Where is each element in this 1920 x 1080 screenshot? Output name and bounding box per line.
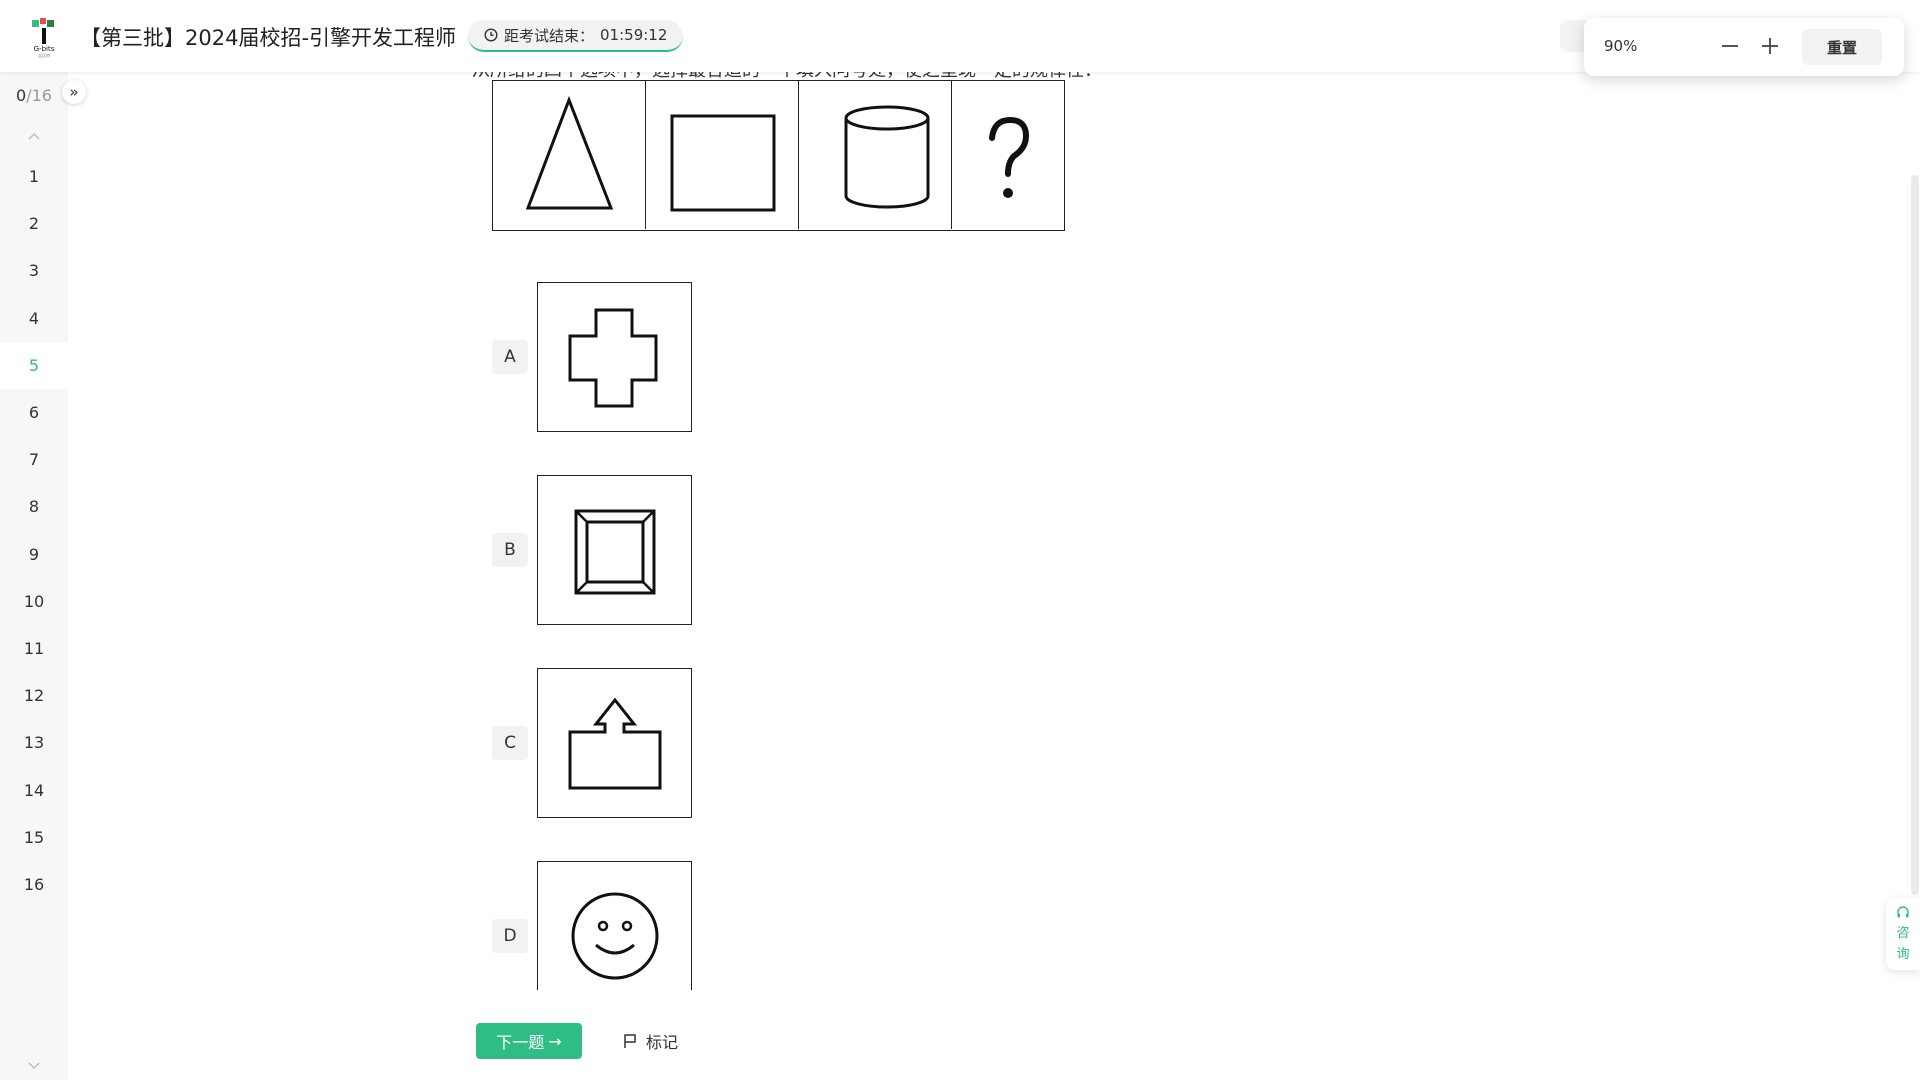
smiley-figure — [571, 892, 658, 980]
mark-label: 标记 — [646, 1033, 679, 1052]
question-nav-item[interactable]: 11 — [0, 625, 68, 672]
svg-text:吉比特: 吉比特 — [38, 52, 50, 58]
exam-title: 【第三批】2024届校招-引擎开发工程师 — [80, 26, 457, 50]
next-question-button[interactable]: 下一题 → — [476, 1023, 582, 1059]
cylinder-figure — [844, 105, 930, 209]
option-letter: C — [492, 726, 528, 760]
exam-timer: 距考试结束： 01:59:12 — [468, 20, 684, 52]
zoom-popup: 90% 重置 — [1584, 18, 1904, 76]
zoom-level: 90% — [1604, 37, 1638, 55]
total-count: /16 — [26, 86, 52, 105]
chevron-down-icon[interactable] — [24, 1058, 44, 1072]
question-nav-item[interactable]: 12 — [0, 672, 68, 719]
option-figure-box — [537, 861, 692, 990]
zoom-reset-button[interactable]: 重置 — [1802, 29, 1882, 65]
svg-text:G-bits: G-bits — [34, 45, 55, 53]
sequence-cell — [493, 81, 646, 229]
question-sidebar: 0/16 1 2 3 4 5 6 7 8 9 10 11 12 13 14 15 16 — [0, 72, 68, 1080]
headset-icon — [1897, 906, 1909, 918]
figure-sequence — [492, 80, 1065, 231]
frame-figure — [574, 509, 655, 595]
timer-label: 距考试结束： — [504, 26, 595, 45]
answered-count: 0 — [16, 86, 27, 105]
question-nav-item[interactable]: 15 — [0, 814, 68, 861]
question-nav-item[interactable]: 10 — [0, 578, 68, 625]
option-letter: A — [492, 340, 528, 374]
option-letter: B — [492, 533, 528, 567]
option-c[interactable]: C — [492, 668, 692, 818]
option-b[interactable]: B — [492, 475, 692, 625]
timer-value: 01:59:12 — [600, 26, 668, 44]
option-figure-box — [537, 475, 692, 625]
question-list: 1 2 3 4 5 6 7 8 9 10 11 12 13 14 15 16 — [0, 153, 68, 908]
question-nav-item[interactable]: 9 — [0, 531, 68, 578]
question-nav-item[interactable]: 2 — [0, 200, 68, 247]
question-actions: 下一题 → 标记 — [476, 1023, 678, 1059]
question-nav-item[interactable]: 7 — [0, 436, 68, 483]
question-nav-item[interactable]: 6 — [0, 389, 68, 436]
expand-sidebar-button[interactable]: » — [62, 80, 86, 104]
question-nav-item[interactable]: 5 — [0, 341, 68, 389]
chevron-up-icon[interactable] — [24, 130, 44, 144]
arrow-right-icon: → — [548, 1031, 562, 1051]
mark-question-button[interactable]: 标记 — [622, 1029, 678, 1053]
consult-label-2: 询 — [1896, 947, 1910, 962]
sequence-cell — [646, 81, 799, 229]
sequence-cell — [952, 81, 1064, 229]
option-figure-box — [537, 668, 692, 818]
flag-icon — [624, 1034, 636, 1048]
question-nav-item[interactable]: 3 — [0, 247, 68, 294]
house-arrow-figure — [568, 697, 661, 790]
consult-button[interactable]: 咨 询 — [1886, 898, 1920, 970]
question-nav-item[interactable]: 1 — [0, 153, 68, 200]
zoom-out-button[interactable] — [1718, 34, 1742, 58]
next-label: 下一题 — [496, 1033, 545, 1052]
option-d[interactable]: D — [492, 861, 692, 990]
option-a[interactable]: A — [492, 282, 692, 432]
zoom-in-button[interactable] — [1758, 34, 1782, 58]
clock-icon — [484, 28, 498, 42]
question-nav-item[interactable]: 4 — [0, 295, 68, 342]
option-figure-box — [537, 282, 692, 432]
question-nav-item[interactable]: 13 — [0, 719, 68, 766]
consult-label-1: 咨 — [1896, 926, 1910, 941]
question-nav-item[interactable]: 14 — [0, 766, 68, 813]
sequence-cell — [799, 81, 952, 229]
gbits-logo: G-bits 吉比特 — [32, 18, 55, 58]
answer-progress: 0/16 — [0, 86, 68, 105]
page-scrollbar[interactable] — [1911, 175, 1919, 895]
question-nav-item[interactable]: 16 — [0, 861, 68, 908]
question-mark-icon — [989, 116, 1030, 198]
question-nav-item[interactable]: 8 — [0, 483, 68, 530]
cross-figure — [568, 308, 657, 408]
option-letter: D — [492, 919, 528, 953]
question-area: 从所给的四个选项中，选择最合适的一个填入问号处，使之呈现一定的规律性： — [68, 72, 1920, 990]
square-figure — [670, 114, 776, 212]
triangle-figure — [525, 95, 614, 210]
